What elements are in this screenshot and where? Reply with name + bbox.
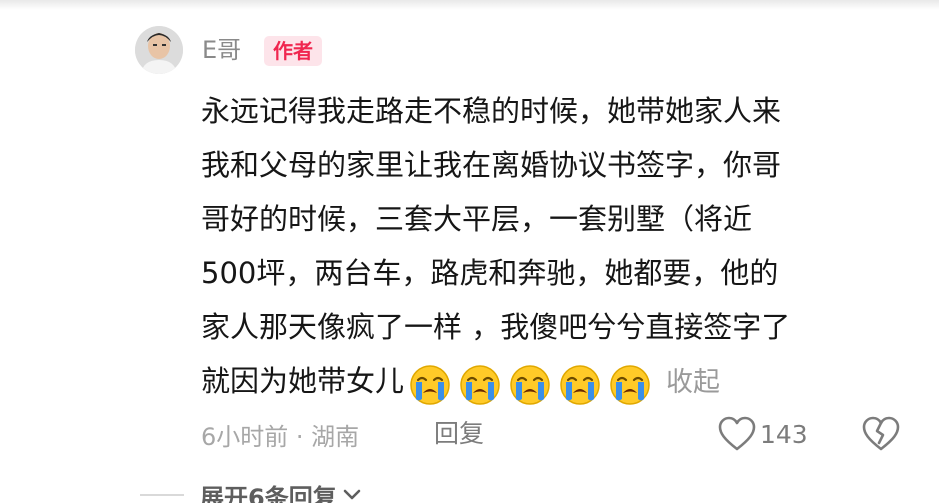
reply-button[interactable]: 回复 bbox=[434, 412, 484, 456]
loudly-crying-face-emoji bbox=[610, 365, 650, 405]
comment-line: 我和父母的家里让我在离婚协议书签字，你哥 bbox=[201, 148, 782, 182]
expand-divider bbox=[140, 494, 184, 496]
user-avatar[interactable] bbox=[135, 26, 183, 74]
loudly-crying-face-emoji bbox=[560, 365, 600, 405]
time-location: 6小时前 · 湖南 bbox=[201, 422, 360, 451]
emoji-row bbox=[408, 356, 658, 410]
loudly-crying-face-emoji bbox=[510, 365, 550, 405]
author-badge: 作者 bbox=[264, 36, 322, 66]
comment-line: 哥好的时候，三套大平层，一套别墅（将近 bbox=[201, 202, 753, 236]
like-button[interactable]: 143 bbox=[718, 412, 808, 456]
avatar-photo bbox=[135, 26, 183, 74]
loudly-crying-face-emoji bbox=[410, 365, 450, 405]
heart-outline-icon bbox=[718, 416, 756, 451]
comment-line: 家人那天像疯了一样 ，我傻吧兮兮直接签字了 bbox=[201, 310, 791, 344]
collapse-link[interactable]: 收起 bbox=[666, 367, 720, 398]
chevron-down-icon bbox=[343, 489, 361, 500]
comment-line: 500坪，两台车，路虎和奔驰，她都要，他的 bbox=[201, 256, 779, 290]
comment-meta: 6小时前 · 湖南 bbox=[201, 412, 359, 456]
broken-heart-icon[interactable] bbox=[862, 415, 900, 453]
comment-last-line: 就因为她带女儿 收起 bbox=[201, 354, 901, 410]
previous-content-edge bbox=[0, 0, 939, 10]
like-count: 143 bbox=[760, 419, 808, 449]
loudly-crying-face-emoji bbox=[460, 365, 500, 405]
comment-line: 永远记得我走路走不稳的时候，她带她家人来 bbox=[201, 94, 782, 128]
comment-username[interactable]: E哥 bbox=[202, 32, 241, 68]
expand-replies-button[interactable]: 展开6条回复 bbox=[140, 480, 361, 503]
comment-line: 就因为她带女儿 bbox=[201, 364, 405, 398]
comment-content: 永远记得我走路走不稳的时候，她带她家人来 我和父母的家里让我在离婚协议书签字，你… bbox=[201, 84, 901, 410]
expand-replies-label: 展开6条回复 bbox=[200, 483, 337, 503]
